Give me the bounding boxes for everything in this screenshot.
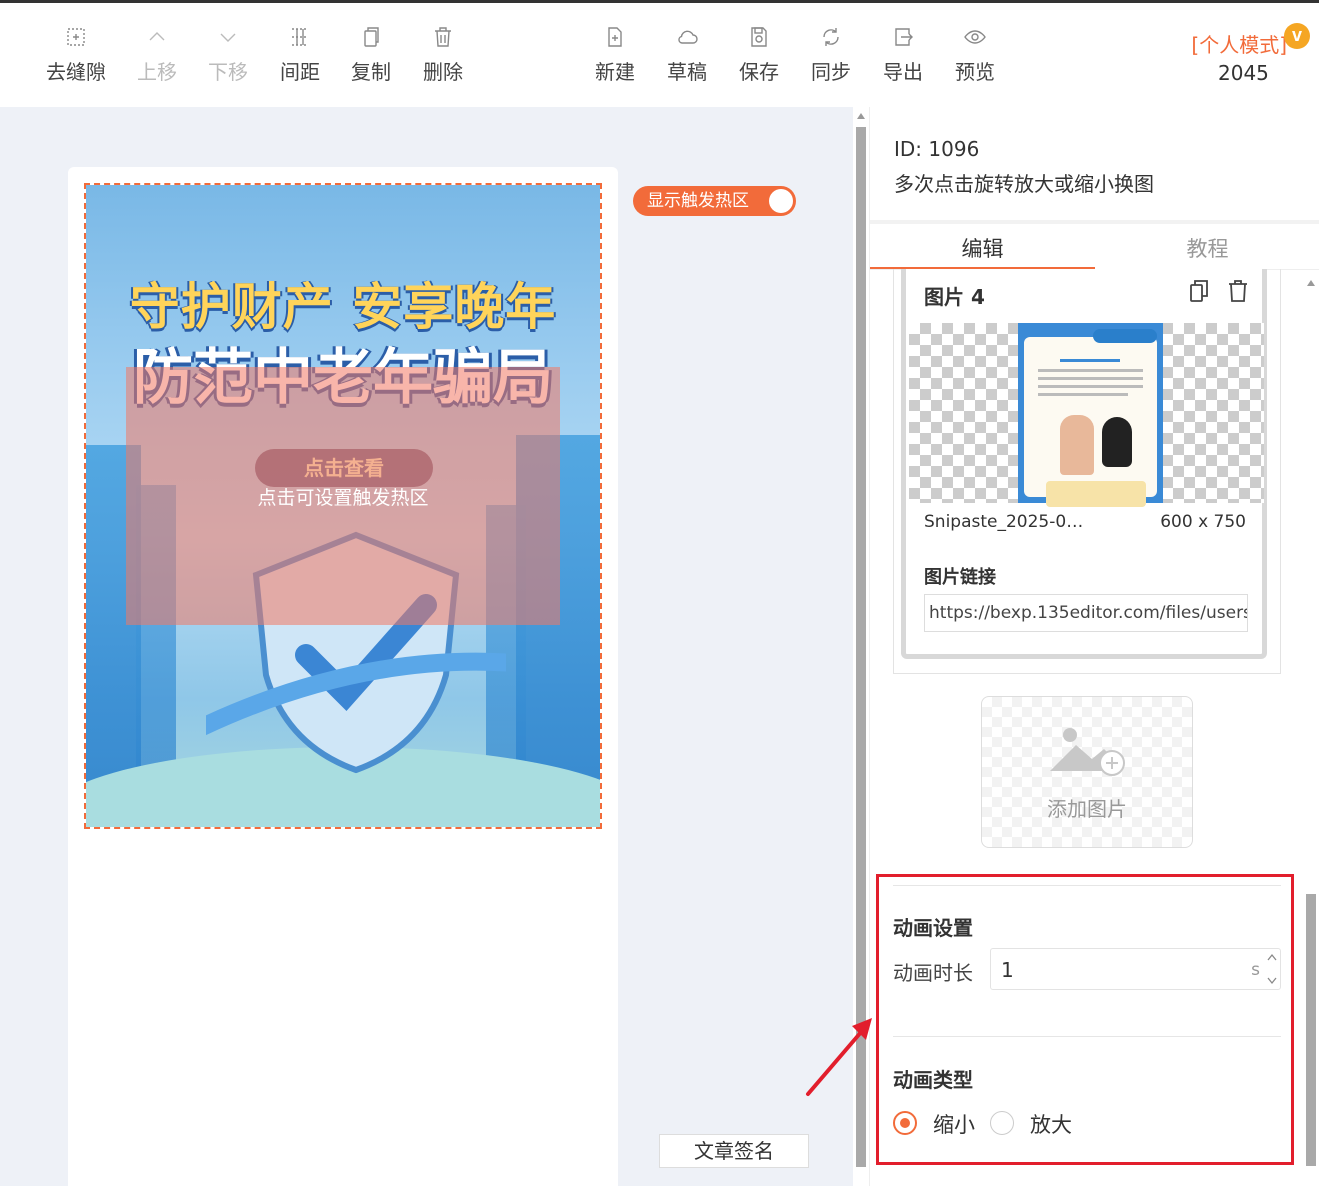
copy-button[interactable]: 复制 <box>335 25 407 85</box>
spacing-icon <box>292 28 308 46</box>
scrollbar-thumb[interactable] <box>1306 894 1316 1166</box>
image-card: 图片 4 Snipaste_2025-0… 600 x 750 图片链接 htt… <box>901 269 1267 659</box>
toolbar: 去缝隙 上移 下移 间距 复制 删除 新建 草稿 保存 同步 导出 预览 [个人… <box>0 3 1319 107</box>
trash-icon[interactable] <box>1227 279 1249 303</box>
thumbnail-picture <box>1018 323 1163 507</box>
personal-mode-label[interactable]: [个人模式] <box>1191 29 1287 58</box>
remove-gap-icon <box>67 28 85 46</box>
new-button[interactable]: 新建 <box>579 25 651 85</box>
toggle-knob <box>769 189 793 213</box>
save-button[interactable]: 保存 <box>723 25 795 85</box>
image-card-title: 图片 4 <box>924 285 985 309</box>
sync-button[interactable]: 同步 <box>795 25 867 85</box>
hotzone-hint: 点击可设置触发热区 <box>257 487 429 509</box>
image-link-label: 图片链接 <box>924 567 996 588</box>
credit-count: 2045 <box>1218 61 1269 85</box>
trash-icon <box>435 27 451 47</box>
add-image-label: 添加图片 <box>1047 797 1127 821</box>
tab-edit[interactable]: 编辑 <box>870 233 1095 263</box>
move-down-icon <box>220 33 236 42</box>
divider <box>870 220 1319 224</box>
show-hotzone-toggle[interactable]: 显示触发热区 <box>633 186 796 216</box>
image-link-input[interactable]: https://bexp.135editor.com/files/users/0… <box>924 594 1248 632</box>
move-down-button[interactable]: 下移 <box>192 25 264 85</box>
highlight-box <box>876 874 1294 1165</box>
scroll-up-icon[interactable] <box>1307 280 1315 286</box>
view-button[interactable]: 点击查看 <box>255 449 433 487</box>
spacing-button[interactable]: 间距 <box>264 25 336 85</box>
image-file-name: Snipaste_2025-0… <box>924 512 1084 532</box>
toggle-label: 显示触发热区 <box>647 191 749 211</box>
cloud-icon <box>678 30 698 44</box>
delete-button[interactable]: 删除 <box>407 25 479 85</box>
export-button[interactable]: 导出 <box>867 25 939 85</box>
component-description: 多次点击旋转放大或缩小换图 <box>894 172 1154 196</box>
poster-image[interactable]: 守护财产 安享晚年 防范中老年骗局 点击查看 点击可设置触发热区 <box>84 183 602 829</box>
tab-tutorial[interactable]: 教程 <box>1095 233 1319 263</box>
add-image-icon <box>1050 728 1125 776</box>
copy-icon <box>364 27 379 47</box>
sync-icon <box>823 28 839 46</box>
illustration-person <box>1060 415 1094 475</box>
illustration-tip <box>1046 481 1146 507</box>
eye-icon <box>964 30 986 44</box>
illustration-scammer <box>1102 417 1132 467</box>
remove-gap-button[interactable]: 去缝隙 <box>40 25 112 85</box>
image-thumbnail[interactable] <box>909 323 1264 507</box>
preview-button[interactable]: 预览 <box>939 25 1011 85</box>
vip-badge-icon: v <box>1284 23 1310 49</box>
trigger-hotzone[interactable]: 点击查看 点击可设置触发热区 <box>126 367 560 625</box>
copy-icon[interactable] <box>1188 279 1210 303</box>
image-dimensions: 600 x 750 <box>1160 512 1246 532</box>
move-up-icon <box>149 32 165 41</box>
move-up-button[interactable]: 上移 <box>121 25 193 85</box>
save-icon <box>751 27 767 47</box>
panel-scrollbar[interactable] <box>1302 272 1318 1186</box>
add-image-button[interactable]: 添加图片 <box>981 696 1193 848</box>
article-signature-button[interactable]: 文章签名 <box>659 1134 809 1168</box>
export-icon <box>895 28 913 46</box>
annotation-arrow-icon <box>806 1018 872 1096</box>
scroll-up-icon[interactable] <box>857 113 865 119</box>
draft-button[interactable]: 草稿 <box>651 25 723 85</box>
component-id: ID: 1096 <box>894 137 980 161</box>
image-list-container: 图片 4 Snipaste_2025-0… 600 x 750 图片链接 htt… <box>893 269 1281 674</box>
new-file-icon <box>608 27 622 47</box>
